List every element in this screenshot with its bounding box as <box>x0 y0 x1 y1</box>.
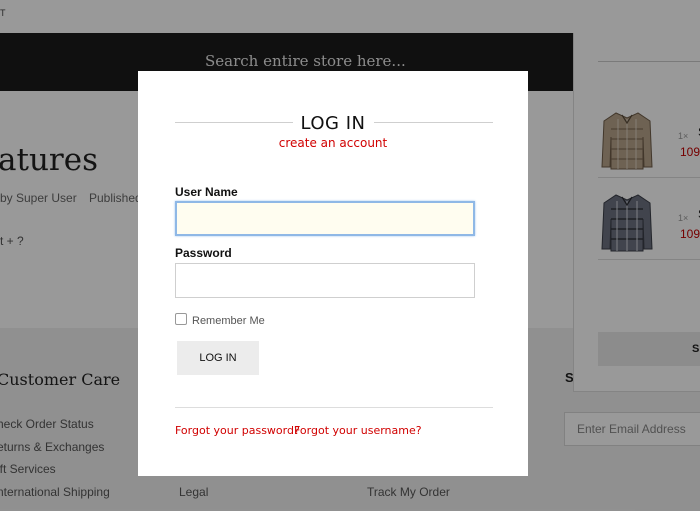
username-input[interactable] <box>175 201 475 236</box>
modal-divider <box>175 407 493 408</box>
forgot-username-link[interactable]: Forgot your username? <box>294 424 422 437</box>
modal-title: LOG IN <box>138 113 528 134</box>
remember-me-label: Remember Me <box>192 315 265 327</box>
modal-title-text: LOG IN <box>292 113 374 134</box>
password-input[interactable] <box>175 263 475 298</box>
username-label: User Name <box>175 185 238 199</box>
password-label: Password <box>175 246 232 260</box>
remember-me-checkbox[interactable] <box>175 313 187 325</box>
login-modal: LOG IN create an account User Name Passw… <box>138 71 528 476</box>
create-account-link[interactable]: create an account <box>138 136 528 150</box>
remember-me[interactable]: Remember Me <box>175 313 265 327</box>
forgot-password-link[interactable]: Forgot your password? <box>175 424 300 437</box>
login-button[interactable]: LOG IN <box>177 341 259 375</box>
